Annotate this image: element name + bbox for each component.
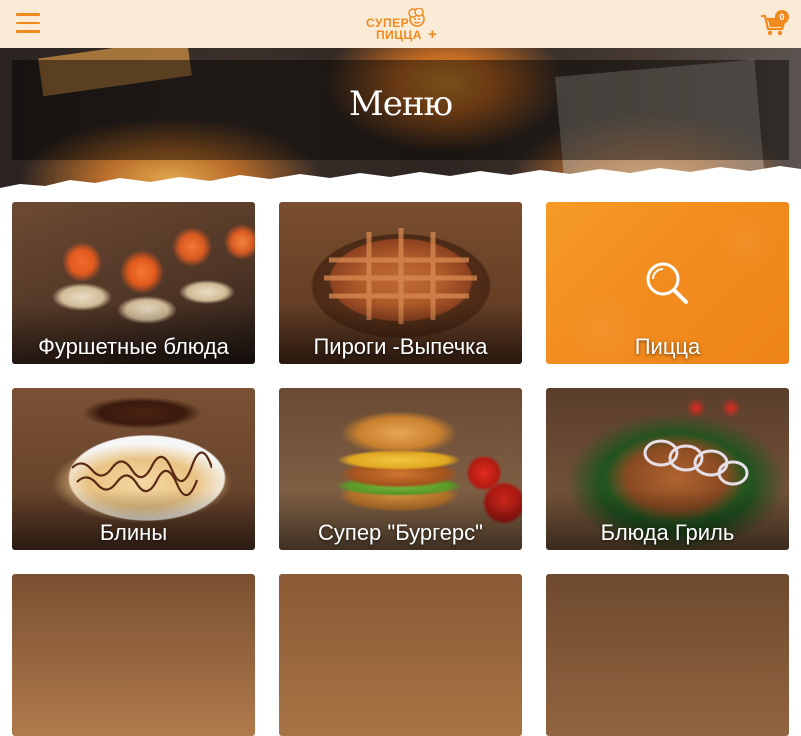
category-image xyxy=(12,574,255,736)
logo-line-2: ПИЦЦА xyxy=(376,28,422,42)
category-label: Фуршетные блюда xyxy=(38,334,229,359)
menu-bar xyxy=(16,30,40,33)
category-label: Блюда Гриль xyxy=(600,520,735,545)
category-tile-fourchette[interactable]: Фуршетные блюда xyxy=(12,202,255,364)
hamburger-menu-button[interactable] xyxy=(16,13,40,33)
category-tile-pies[interactable]: Пироги -Выпечка xyxy=(279,202,522,364)
category-tile-blini[interactable]: Блины xyxy=(12,388,255,550)
menu-bar xyxy=(16,13,40,16)
category-image xyxy=(279,574,522,736)
torn-edge-divider xyxy=(0,166,801,192)
category-label: Блины xyxy=(99,520,168,545)
category-image xyxy=(546,574,789,736)
category-tile-row3-1[interactable] xyxy=(12,574,255,736)
top-header: СУПЕР ПИЦЦА + 0 xyxy=(0,0,801,48)
category-label: Пицца xyxy=(634,334,701,359)
category-tile-pizza[interactable]: Пицца xyxy=(546,202,789,364)
category-tile-row3-2[interactable] xyxy=(279,574,522,736)
category-tile-grill[interactable]: Блюда Гриль xyxy=(546,388,789,550)
menu-bar xyxy=(16,21,40,24)
category-tile-burgers[interactable]: Супер "Бургерс" xyxy=(279,388,522,550)
cart-count-badge: 0 xyxy=(775,10,789,24)
category-label: Супер "Бургерс" xyxy=(318,520,483,545)
category-label: Пироги -Выпечка xyxy=(313,334,488,359)
logo-plus: + xyxy=(428,26,437,43)
category-tile-row3-3[interactable] xyxy=(546,574,789,736)
brand-logo[interactable]: СУПЕР ПИЦЦА + xyxy=(364,8,442,43)
page-title: Меню xyxy=(348,84,453,124)
search-icon xyxy=(646,262,688,304)
